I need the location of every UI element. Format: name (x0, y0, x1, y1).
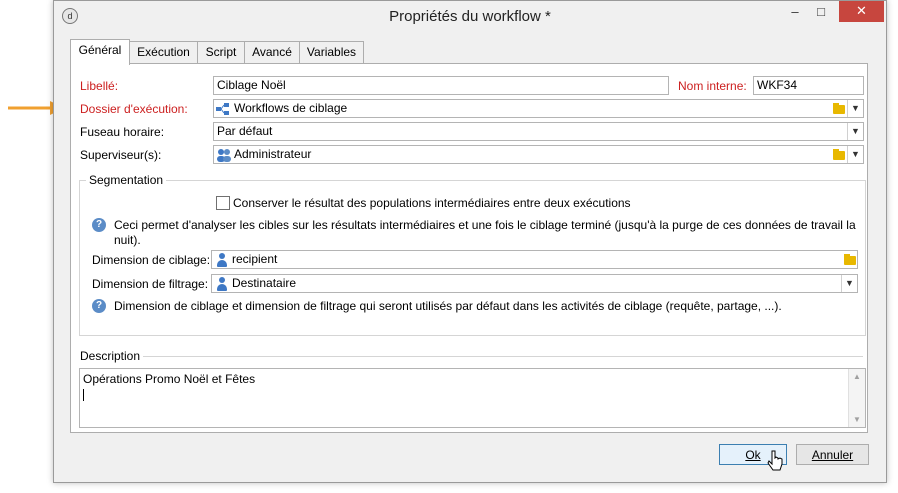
superviseur-input[interactable]: Administrateur ▼ (213, 145, 864, 164)
info-text-1: Ceci permet d'analyser les cibles sur le… (114, 218, 859, 248)
workflow-folder-icon (216, 103, 229, 115)
dimension-ciblage-input[interactable]: recipient (211, 250, 858, 269)
chevron-down-icon[interactable]: ▼ (847, 123, 863, 140)
scroll-up-icon[interactable]: ▲ (853, 372, 861, 381)
chevron-down-icon[interactable]: ▼ (841, 275, 857, 292)
tab-script[interactable]: Script (197, 41, 245, 63)
conserver-resultat-label: Conserver le résultat des populations in… (233, 196, 631, 210)
dossier-execution-input[interactable]: Workflows de ciblage ▼ (213, 99, 864, 118)
segmentation-group: Segmentation Conserver le résultat des p… (79, 173, 866, 336)
maximize-button[interactable]: □ (810, 2, 832, 22)
dimension-ciblage-value: recipient (232, 252, 278, 266)
dimension-filtrage-select[interactable]: Destinataire ▼ (211, 274, 858, 293)
window-title: Propriétés du workflow * (389, 8, 551, 25)
folder-browse-icon[interactable] (831, 146, 846, 163)
minimize-button[interactable]: – (784, 2, 806, 22)
nom-interne-label: Nom interne: (678, 79, 747, 93)
conserver-resultat-checkbox[interactable] (216, 196, 230, 210)
description-title: Description (80, 349, 141, 363)
title-bar: d Propriétés du workflow * – □ ✕ (54, 1, 886, 32)
superviseur-value: Administrateur (234, 147, 312, 161)
libelle-label: Libellé: (80, 79, 119, 93)
description-divider (143, 356, 863, 357)
fuseau-horaire-label: Fuseau horaire: (80, 125, 165, 139)
segmentation-title: Segmentation (86, 173, 167, 187)
folder-browse-icon[interactable] (842, 251, 857, 268)
superviseur-label: Superviseur(s): (80, 148, 162, 162)
dossier-execution-label: Dossier d'exécution: (80, 102, 188, 116)
dimension-ciblage-label: Dimension de ciblage: (92, 253, 211, 267)
ok-label: Ok (745, 448, 761, 462)
nom-interne-input[interactable]: WKF34 (753, 76, 864, 95)
dossier-execution-value: Workflows de ciblage (234, 101, 348, 115)
folder-browse-icon[interactable] (831, 100, 846, 117)
person-icon (217, 277, 227, 291)
description-scrollbar[interactable]: ▲ ▼ (848, 369, 865, 427)
scroll-down-icon[interactable]: ▼ (853, 415, 861, 424)
dimension-filtrage-label: Dimension de filtrage: (92, 277, 209, 291)
info-text-2: Dimension de ciblage et dimension de fil… (114, 299, 782, 313)
workflow-properties-dialog: d Propriétés du workflow * – □ ✕ Général… (53, 0, 887, 483)
fuseau-horaire-value: Par défaut (217, 124, 273, 138)
general-tab-panel: Libellé: Ciblage Noël Nom interne: WKF34… (70, 63, 868, 433)
tab-variables[interactable]: Variables (299, 41, 364, 63)
description-textarea[interactable]: Opérations Promo Noël et Fêtes ▲ ▼ (79, 368, 866, 428)
text-cursor (83, 389, 84, 401)
mouse-pointer-icon (767, 450, 783, 471)
info-icon: ? (92, 218, 106, 232)
tab-execution[interactable]: Exécution (129, 41, 198, 63)
info-text-1-line2: nuit). (114, 233, 141, 247)
tab-avance[interactable]: Avancé (244, 41, 300, 63)
libelle-input[interactable]: Ciblage Noël (213, 76, 669, 95)
tab-general[interactable]: Général (70, 39, 130, 65)
users-icon (217, 149, 231, 162)
close-button[interactable]: ✕ (839, 1, 884, 22)
info-text-1-line1: Ceci permet d'analyser les cibles sur le… (114, 218, 856, 232)
dimension-filtrage-value: Destinataire (232, 276, 297, 290)
fuseau-horaire-select[interactable]: Par défaut ▼ (213, 122, 864, 141)
description-text: Opérations Promo Noël et Fêtes (83, 372, 256, 386)
cancel-button[interactable]: Annuler (796, 444, 869, 465)
chevron-down-icon[interactable]: ▼ (847, 100, 863, 117)
info-icon: ? (92, 299, 106, 313)
person-icon (217, 253, 227, 267)
cancel-label: Annuler (811, 448, 854, 462)
chevron-down-icon[interactable]: ▼ (847, 146, 863, 163)
